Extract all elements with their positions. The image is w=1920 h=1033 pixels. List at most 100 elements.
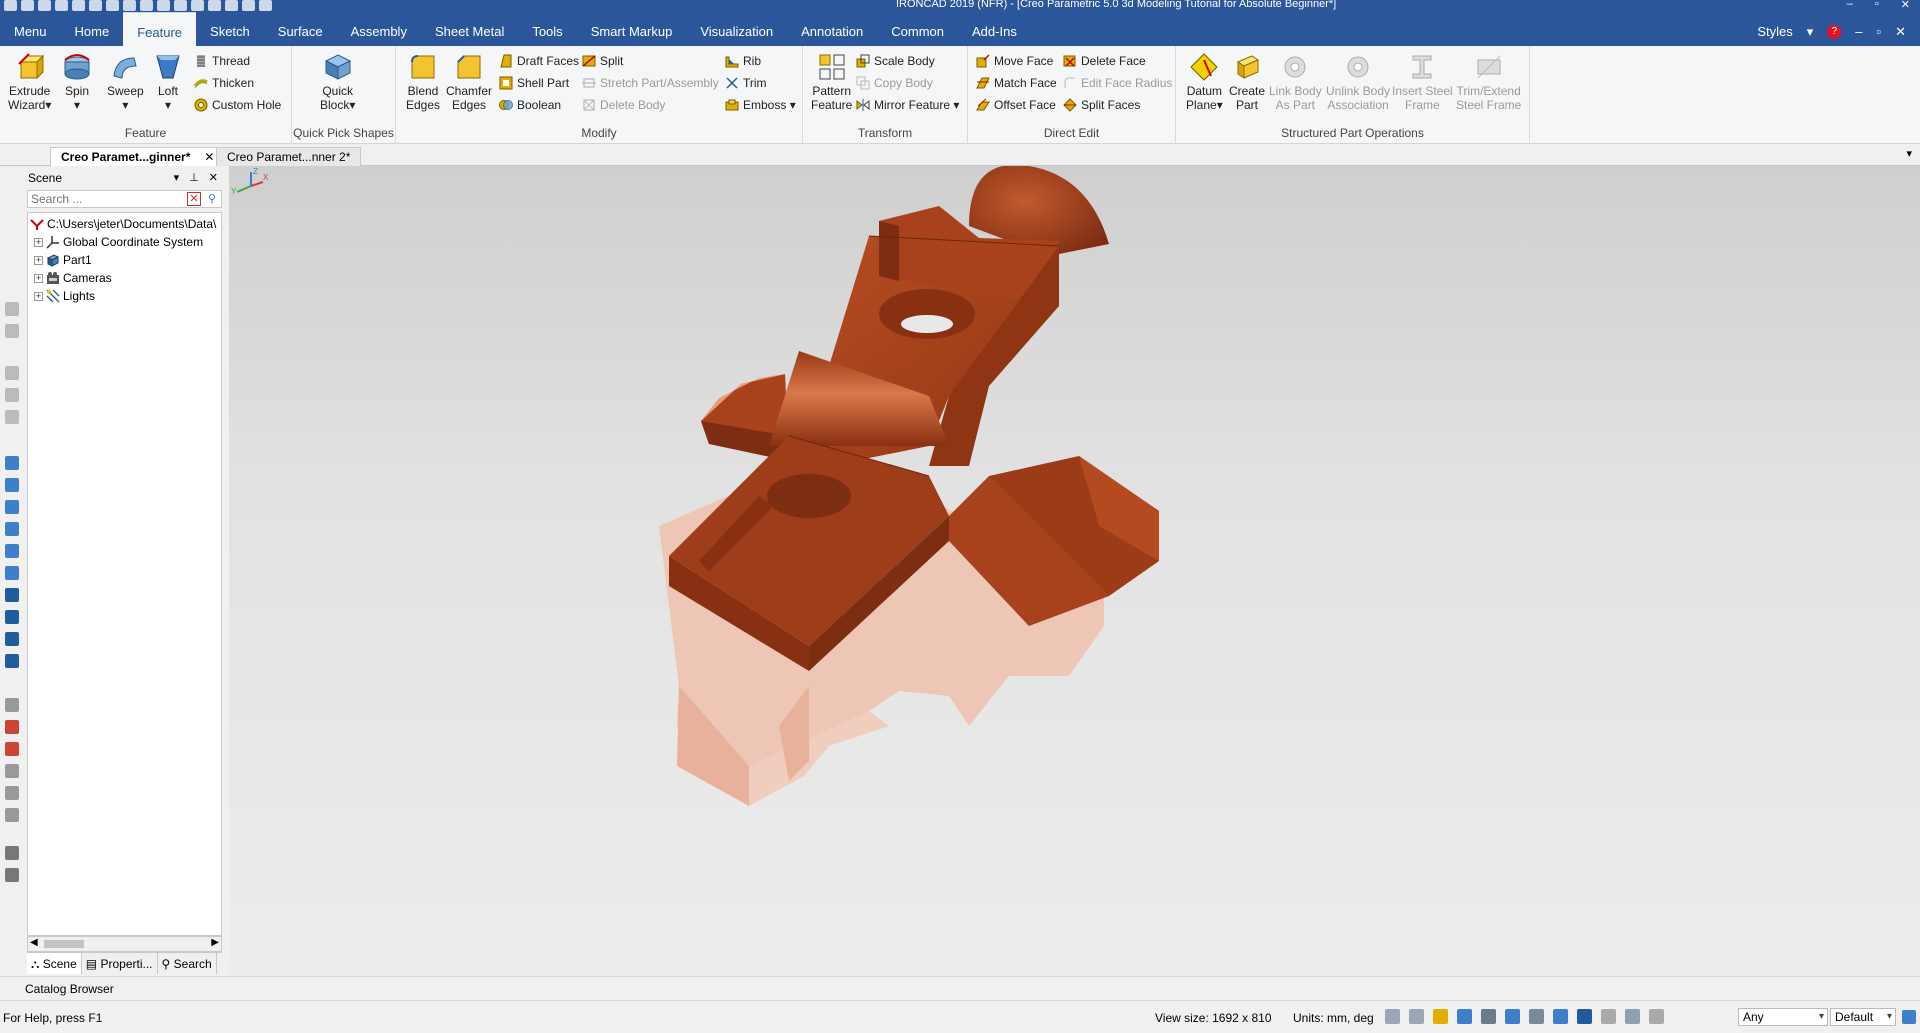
tab-sketch[interactable]: Sketch <box>196 12 264 46</box>
pan-icon[interactable] <box>191 0 204 11</box>
tab-home[interactable]: Home <box>61 12 124 46</box>
render-icon[interactable] <box>242 0 255 11</box>
tab-menu[interactable]: Menu <box>0 12 61 46</box>
tab-sheet-metal[interactable]: Sheet Metal <box>421 12 518 46</box>
move-face-button[interactable]: Move Face <box>976 52 1053 70</box>
camera-icon[interactable] <box>1529 1009 1544 1024</box>
part-model[interactable] <box>229 166 1920 976</box>
tab-search[interactable]: ⚲ Search <box>158 953 217 974</box>
pin-icon[interactable]: ⊥ <box>189 166 199 190</box>
tool-icon-5[interactable] <box>5 410 19 424</box>
quick-block-button[interactable]: Quick Block▾ <box>320 52 355 112</box>
orbit-icon[interactable] <box>208 0 221 11</box>
redo-icon[interactable] <box>89 0 102 11</box>
paste-icon[interactable] <box>140 0 153 11</box>
tab-annotation[interactable]: Annotation <box>787 12 877 46</box>
extrude-wizard-button[interactable]: Extrude Wizard▾ <box>8 52 51 112</box>
scroll-right-icon[interactable]: ▶ <box>211 937 219 948</box>
split-faces-button[interactable]: Split Faces <box>1063 96 1140 114</box>
scene-search-input[interactable] <box>28 191 178 207</box>
tab-add-ins[interactable]: Add-Ins <box>958 12 1031 46</box>
sphere-icon[interactable] <box>259 0 272 11</box>
doc-tab-2[interactable]: Creo Paramet...nner 2* <box>216 147 362 166</box>
expand-icon[interactable]: + <box>34 292 43 301</box>
scroll-left-icon[interactable]: ◀ <box>30 937 38 948</box>
sweep-button[interactable]: Sweep ▾ <box>107 52 144 112</box>
selection-filter-dropdown[interactable]: Any <box>1738 1008 1828 1026</box>
view-cube-icon[interactable] <box>1457 1009 1472 1024</box>
print-icon[interactable] <box>55 0 68 11</box>
create-part-button[interactable]: Create Part <box>1229 52 1265 112</box>
filter-icon[interactable]: ⚲ <box>205 192 219 206</box>
loft-button[interactable]: Loft ▾ <box>153 52 183 112</box>
standard-view-icon[interactable] <box>1553 1009 1568 1024</box>
tool-icon-2[interactable] <box>5 324 19 338</box>
tree-item-global-coordinate-system[interactable]: + Global Coordinate System <box>28 233 221 251</box>
save-icon[interactable] <box>38 0 51 11</box>
draft-faces-button[interactable]: Draft Faces <box>499 52 579 70</box>
tool-icon-19[interactable] <box>5 764 19 778</box>
spin-button[interactable]: Spin ▾ <box>62 52 92 112</box>
tool-icon-22[interactable] <box>5 846 19 860</box>
tree-horizontal-scrollbar[interactable]: ◀ ▶ <box>27 936 222 952</box>
datum-plane-button[interactable]: Datum Plane▾ <box>1186 52 1223 112</box>
style-dropdown[interactable]: Default <box>1830 1008 1896 1026</box>
doc-tab-1[interactable]: Creo Paramet...ginner* ✕ <box>50 147 226 166</box>
tool-icon-1[interactable] <box>5 302 19 316</box>
tool-icon-3[interactable] <box>5 366 19 380</box>
expand-icon[interactable]: + <box>34 256 43 265</box>
thicken-button[interactable]: Thicken <box>194 74 254 92</box>
tab-assembly[interactable]: Assembly <box>337 12 421 46</box>
tool-icon-12[interactable] <box>5 588 19 602</box>
tool-icon-6[interactable] <box>5 456 19 470</box>
tool-icon-11[interactable] <box>5 566 19 580</box>
tab-feature[interactable]: Feature <box>123 12 197 46</box>
tool-icon-15[interactable] <box>5 654 19 668</box>
copy-body-button[interactable]: Copy Body <box>856 74 933 92</box>
delete-body-button[interactable]: Delete Body <box>582 96 665 114</box>
stretch-part-button[interactable]: Stretch Part/Assembly <box>582 74 719 92</box>
tab-visualization[interactable]: Visualization <box>686 12 787 46</box>
cut-icon[interactable] <box>106 0 119 11</box>
expand-icon[interactable]: + <box>34 274 43 283</box>
scrollbar-thumb[interactable] <box>44 940 84 948</box>
tool-icon-18[interactable] <box>5 742 19 756</box>
tree-item-part1[interactable]: + Part1 <box>28 251 221 269</box>
3d-viewport[interactable]: Z Y X <box>229 166 1920 976</box>
tool-icon-16[interactable] <box>5 698 19 712</box>
custom-hole-button[interactable]: Custom Hole <box>194 96 281 114</box>
tab-common[interactable]: Common <box>877 12 958 46</box>
pattern-feature-button[interactable]: Pattern Feature <box>811 52 852 112</box>
thread-button[interactable]: Thread <box>194 52 250 70</box>
section-view-icon[interactable] <box>1577 1009 1592 1024</box>
tab-smart-markup[interactable]: Smart Markup <box>577 12 687 46</box>
rib-button[interactable]: Rib <box>725 52 761 70</box>
shading-icon[interactable] <box>1505 1009 1520 1024</box>
clear-search-icon[interactable]: ✕ <box>187 192 201 206</box>
select-icon[interactable] <box>157 0 170 11</box>
select-arrow-icon[interactable] <box>1625 1009 1640 1024</box>
insert-steel-frame-button[interactable]: Insert Steel Frame <box>1392 52 1453 112</box>
match-face-button[interactable]: Match Face <box>976 74 1057 92</box>
offset-face-button[interactable]: Offset Face <box>976 96 1056 114</box>
edit-face-radius-button[interactable]: Edit Face Radius <box>1063 74 1172 92</box>
mirror-feature-button[interactable]: Mirror Feature ▾ <box>856 96 959 114</box>
close-tab-icon[interactable]: ✕ <box>204 150 214 164</box>
chamfer-edges-button[interactable]: Chamfer Edges <box>446 52 492 112</box>
tool-icon-7[interactable] <box>5 478 19 492</box>
tool-icon-17[interactable] <box>5 720 19 734</box>
panel-menu-icon[interactable]: ▾ <box>174 166 180 190</box>
tab-properties[interactable]: ▤ Properti... <box>82 953 158 974</box>
link-body-button[interactable]: Link Body As Part <box>1269 52 1322 112</box>
close-button[interactable]: ✕ <box>1901 0 1910 11</box>
help-icon[interactable]: ? <box>1827 25 1842 39</box>
tool-icon-9[interactable] <box>5 522 19 536</box>
trim-extend-steel-button[interactable]: Trim/Extend Steel Frame <box>1456 52 1521 112</box>
catalog-browser-bar[interactable]: Catalog Browser <box>0 976 1920 1000</box>
tool-icon-8[interactable] <box>5 500 19 514</box>
tab-tools[interactable]: Tools <box>518 12 576 46</box>
tool-icon-23[interactable] <box>5 868 19 882</box>
tree-item-cameras[interactable]: + Cameras <box>28 269 221 287</box>
tool-icon-13[interactable] <box>5 610 19 624</box>
maximize-button[interactable]: ▫ <box>1875 0 1879 11</box>
